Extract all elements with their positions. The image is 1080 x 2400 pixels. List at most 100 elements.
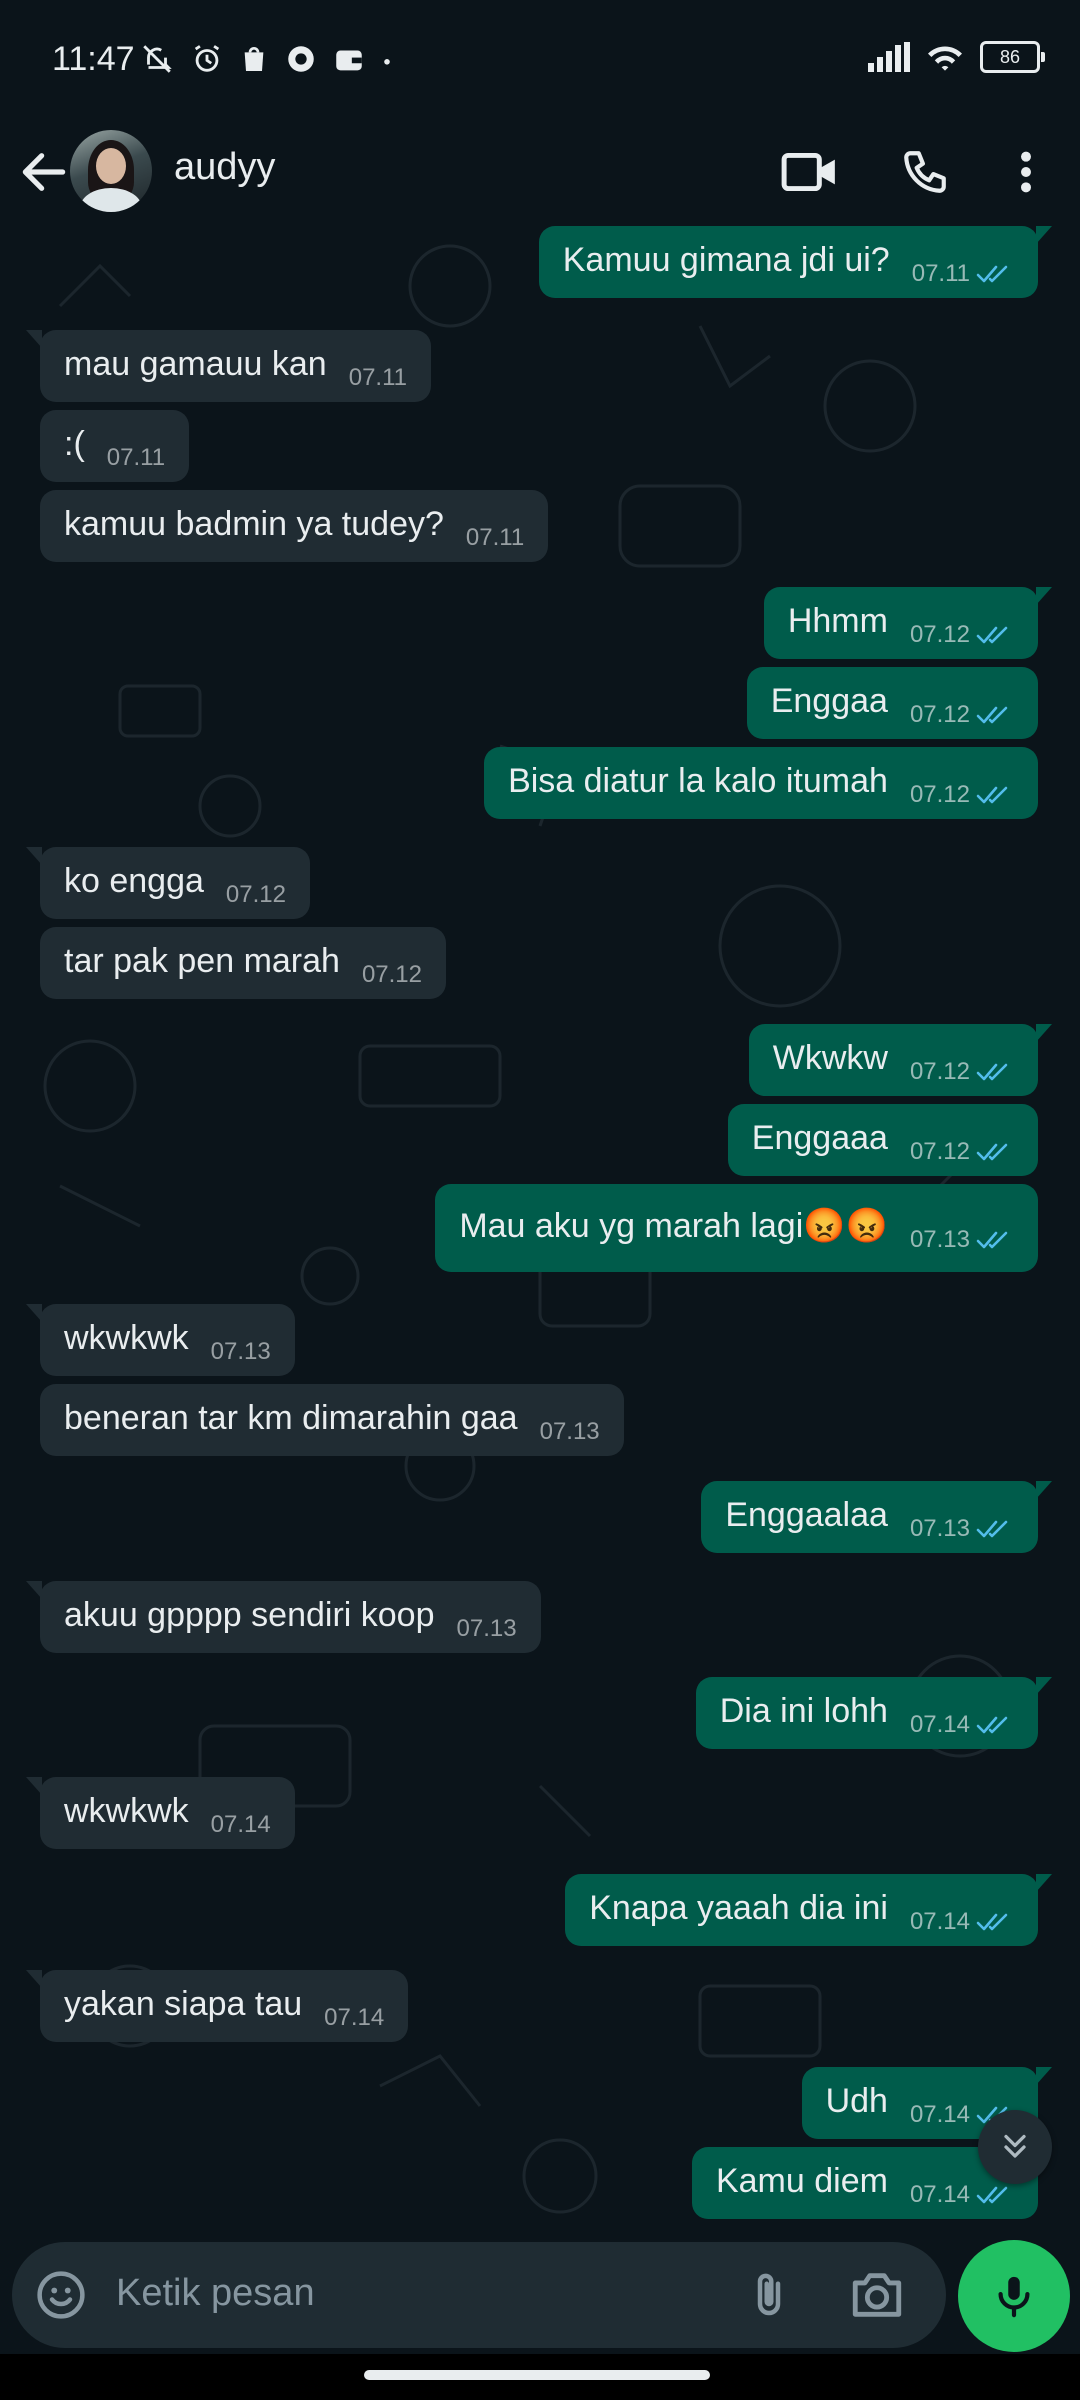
outgoing-message[interactable]: Mau aku yg marah lagi😡😡 07.13 [435, 1184, 1038, 1272]
incoming-message[interactable]: ko engga 07.12 [26, 847, 310, 919]
notification-icons [138, 42, 394, 76]
outgoing-message[interactable]: Hhmm 07.12 [763, 587, 1053, 659]
outgoing-message[interactable]: Knapa yaaah dia ini 07.14 [565, 1874, 1052, 1946]
outgoing-message[interactable]: Dia ini lohh 07.14 [695, 1677, 1053, 1749]
message-text: tar pak pen marah [64, 941, 340, 980]
outgoing-message[interactable]: Enggaa 07.12 [746, 667, 1038, 739]
message-text: mau gamauu kan [64, 344, 327, 383]
message-text: Knapa yaaah dia ini [589, 1888, 888, 1927]
back-button[interactable] [16, 144, 72, 200]
shop-icon [244, 47, 264, 71]
contact-name[interactable]: audyy [174, 146, 275, 189]
message-time: 07.12 [909, 701, 970, 728]
message-time: 07.13 [539, 1418, 600, 1445]
incoming-message[interactable]: mau gamauu kan 07.11 [25, 330, 432, 402]
video-call-icon [781, 152, 835, 192]
system-icons: 86 [868, 40, 1045, 74]
status-bar: 11:47 86 [0, 0, 1080, 118]
chat-header: audyy [0, 118, 1080, 227]
message-meta: 07.12 [362, 961, 422, 989]
voice-call-button[interactable] [895, 142, 955, 202]
message-time: 07.13 [909, 1226, 970, 1253]
message-time: 07.12 [909, 621, 970, 648]
avatar[interactable] [70, 130, 152, 212]
outgoing-message[interactable]: Kamuu gimana jdi ui? 07.11 [538, 226, 1053, 298]
attach-icon[interactable] [742, 2266, 796, 2324]
navigation-bar [0, 2354, 1080, 2400]
incoming-message[interactable]: wkwkwk 07.13 [26, 1304, 295, 1376]
emoji-icon[interactable] [34, 2268, 88, 2322]
incoming-message[interactable]: beneran tar km dimarahin gaa 07.13 [40, 1384, 624, 1456]
message-time: 07.12 [909, 781, 970, 808]
incoming-message[interactable]: wkwkwk 07.14 [26, 1777, 295, 1849]
message-meta: 07.13 [540, 1418, 600, 1446]
message-time: 07.12 [225, 881, 286, 908]
message-meta: 07.13 [910, 1226, 1014, 1254]
scroll-to-bottom-button[interactable] [978, 2110, 1052, 2184]
message-meta: 07.14 [211, 1811, 271, 1839]
message-time: 07.14 [324, 2004, 385, 2031]
message-text: Kamuu gimana jdi ui? [562, 240, 890, 279]
message-meta: 07.12 [226, 881, 286, 909]
read-receipt-icon [976, 706, 1008, 724]
message-time: 07.12 [909, 1138, 970, 1165]
message-text: ko engga [64, 861, 204, 900]
signal-icon [868, 42, 910, 72]
read-receipt-icon [976, 1063, 1008, 1081]
voice-call-icon [904, 151, 946, 193]
read-receipt-icon [976, 626, 1008, 644]
read-receipt-icon [976, 1716, 1008, 1734]
incoming-message[interactable]: akuu gpppp sendiri koop 07.13 [26, 1581, 541, 1653]
mic-button[interactable] [958, 2240, 1070, 2352]
message-text: Mau aku yg marah lagi😡😡 [459, 1207, 888, 1245]
message-meta: 07.12 [910, 1058, 1014, 1086]
video-call-button[interactable] [780, 142, 840, 202]
message-meta: 07.12 [910, 701, 1014, 729]
message-meta: 07.14 [324, 2004, 384, 2032]
message-time: 07.14 [909, 2181, 970, 2208]
message-text: Kamu diem [715, 2161, 888, 2200]
mic-icon [998, 2276, 1030, 2318]
outgoing-message[interactable]: Wkwkw 07.12 [748, 1024, 1053, 1096]
more-options-button[interactable] [996, 142, 1056, 202]
incoming-message[interactable]: :( 07.11 [40, 410, 190, 482]
message-meta: 07.12 [910, 621, 1014, 649]
read-receipt-icon [976, 1913, 1008, 1931]
message-input-placeholder: Ketik pesan [116, 2272, 315, 2314]
message-time: 07.13 [909, 1515, 970, 1542]
message-meta: 07.14 [910, 1908, 1014, 1936]
more-options-icon [1021, 151, 1031, 193]
message-text: wkwkwk [64, 1791, 189, 1830]
outgoing-message[interactable]: Enggaalaa 07.13 [701, 1481, 1052, 1553]
message-list[interactable]: Kamuu gimana jdi ui? 07.11 mau gamauu kan 0… [0, 226, 1080, 2240]
message-time: 07.14 [909, 1908, 970, 1935]
message-time: 07.11 [106, 444, 166, 471]
message-meta: 07.11 [912, 260, 1014, 288]
message-meta: 07.11 [349, 364, 407, 392]
outgoing-message[interactable]: Enggaaa 07.12 [727, 1104, 1038, 1176]
message-text: Enggaalaa [725, 1495, 888, 1534]
composer-bar: Ketik pesan [0, 2240, 1080, 2348]
message-text: Udh [825, 2081, 888, 2120]
message-time: 07.13 [210, 1338, 271, 1365]
battery-level: 86 [999, 47, 1021, 67]
message-input[interactable]: Ketik pesan [12, 2242, 946, 2348]
read-receipt-icon [976, 1231, 1008, 1249]
message-text: Enggaa [770, 681, 888, 720]
message-time: 07.14 [909, 2101, 970, 2128]
mute-icon [143, 45, 172, 73]
message-meta: 07.14 [910, 1711, 1014, 1739]
home-gesture-handle[interactable] [364, 2370, 710, 2380]
incoming-message[interactable]: yakan siapa tau 07.14 [25, 1970, 409, 2042]
message-time: 07.14 [909, 1711, 970, 1738]
read-receipt-icon [976, 1520, 1008, 1538]
incoming-message[interactable]: kamuu badmin ya tudey? 07.11 [40, 490, 549, 562]
message-time: 07.11 [348, 364, 408, 391]
camera-icon[interactable] [848, 2270, 906, 2320]
outgoing-message[interactable]: Bisa diatur la kalo itumah 07.12 [484, 747, 1038, 819]
message-text: :( [64, 424, 85, 463]
message-time: 07.12 [909, 1058, 970, 1085]
vpn-icon [288, 46, 314, 72]
incoming-message[interactable]: tar pak pen marah 07.12 [40, 927, 446, 999]
read-receipt-icon [976, 265, 1008, 283]
